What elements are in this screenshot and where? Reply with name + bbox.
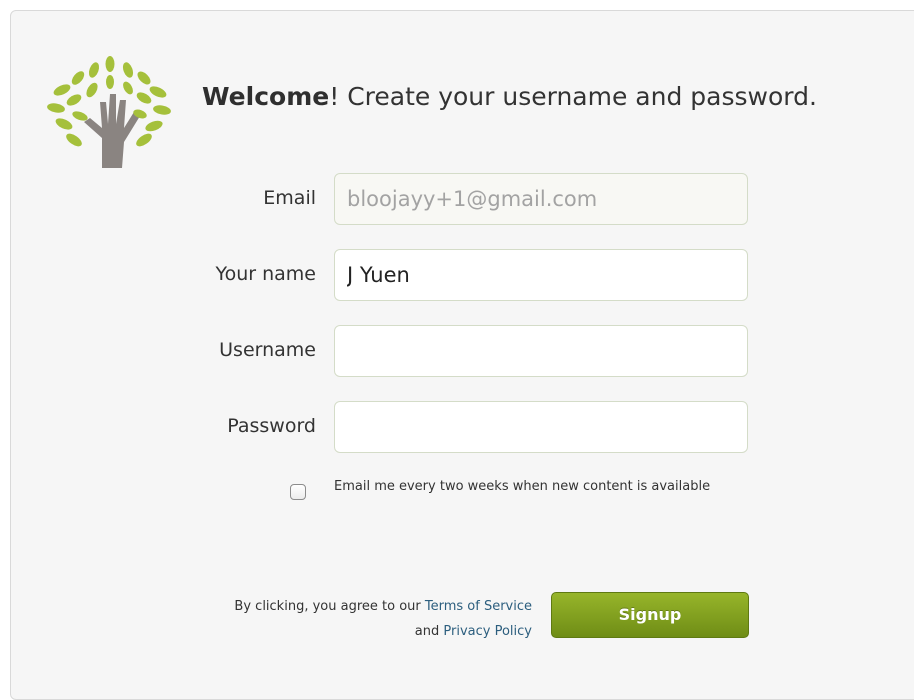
name-field[interactable] — [334, 249, 748, 301]
newsletter-label: Email me every two weeks when new conten… — [334, 479, 711, 494]
password-label: Password — [227, 415, 316, 437]
terms-text: By clicking, you agree to our Terms of S… — [214, 594, 532, 644]
tree-hand-logo-icon — [47, 56, 171, 168]
welcome-bold-text: Welcome — [202, 82, 330, 111]
terms-and: and — [414, 624, 440, 639]
terms-prefix: By clicking, you agree to our — [234, 599, 421, 614]
email-field[interactable] — [334, 173, 748, 225]
privacy-policy-link[interactable]: Privacy Policy — [443, 624, 532, 639]
terms-of-service-link[interactable]: Terms of Service — [425, 599, 532, 614]
signup-button[interactable]: Signup — [551, 592, 749, 638]
name-label: Your name — [215, 263, 316, 285]
newsletter-checkbox[interactable] — [290, 484, 306, 500]
page-title: Welcome! Create your username and passwo… — [202, 82, 817, 111]
welcome-rest-text: ! Create your username and password. — [329, 82, 817, 111]
password-field[interactable] — [334, 401, 748, 453]
username-field[interactable] — [334, 325, 748, 377]
username-label: Username — [219, 339, 316, 361]
email-label: Email — [263, 187, 316, 209]
